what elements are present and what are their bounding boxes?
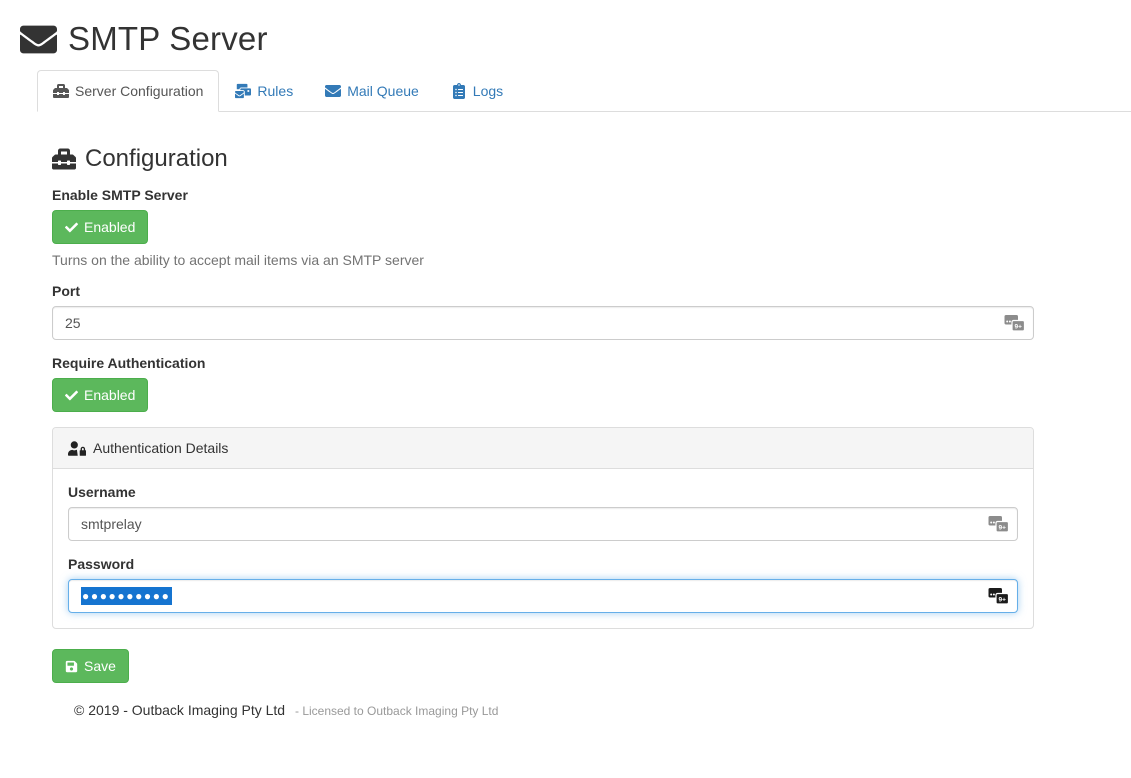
enable-smtp-group: Enable SMTP Server Enabled Turns on the … xyxy=(52,187,1034,268)
username-input[interactable] xyxy=(68,507,1018,541)
password-manager-autofill-icon[interactable] xyxy=(988,588,1009,605)
enable-smtp-toggle-label: Enabled xyxy=(84,217,135,237)
check-icon xyxy=(65,389,78,402)
password-masked-selection: ●●●●●●●●●● xyxy=(81,587,172,605)
mail-bulk-icon xyxy=(235,83,251,99)
tab-label: Logs xyxy=(473,81,503,101)
username-label: Username xyxy=(68,484,1018,500)
save-button-label: Save xyxy=(84,656,116,676)
authentication-details-title: Authentication Details xyxy=(93,438,228,458)
require-auth-label: Require Authentication xyxy=(52,355,1034,371)
authentication-details-header: Authentication Details xyxy=(53,428,1033,469)
clipboard-list-icon xyxy=(451,83,467,99)
password-manager-autofill-icon[interactable] xyxy=(988,516,1009,533)
footer: © 2019 - Outback Imaging Pty Ltd - Licen… xyxy=(74,702,1034,718)
tab-label: Mail Queue xyxy=(347,81,419,101)
enable-smtp-help-text: Turns on the ability to accept mail item… xyxy=(52,252,1034,268)
save-button[interactable]: Save xyxy=(52,649,129,683)
port-input-wrap xyxy=(52,306,1034,340)
tab-logs[interactable]: Logs xyxy=(435,70,519,112)
require-auth-group: Require Authentication Enabled xyxy=(52,355,1034,412)
enable-smtp-toggle-button[interactable]: Enabled xyxy=(52,210,148,244)
configuration-heading: Configuration xyxy=(52,145,1034,173)
tab-label: Rules xyxy=(257,81,293,101)
username-input-wrap xyxy=(68,507,1018,541)
require-auth-toggle-label: Enabled xyxy=(84,385,135,405)
tab-mail-queue[interactable]: Mail Queue xyxy=(309,70,435,112)
port-group: Port xyxy=(52,283,1034,340)
toolbox-icon xyxy=(53,83,69,99)
password-label: Password xyxy=(68,556,1018,572)
page-header: SMTP Server xyxy=(20,20,1131,58)
password-manager-autofill-icon[interactable] xyxy=(1004,315,1025,332)
password-group: Password ●●●●●●●●●● xyxy=(68,556,1018,613)
port-input[interactable] xyxy=(52,306,1034,340)
server-configuration-pane: Configuration Enable SMTP Server Enabled… xyxy=(52,112,1034,718)
authentication-details-body: Username Password ●●●●●●●●●● xyxy=(53,469,1033,628)
smtp-server-page: SMTP Server Server Configuration Rules M… xyxy=(0,0,1131,718)
save-row: Save xyxy=(52,649,1034,683)
tab-label: Server Configuration xyxy=(75,81,203,101)
enable-smtp-label: Enable SMTP Server xyxy=(52,187,1034,203)
page-title: SMTP Server xyxy=(68,20,268,58)
tab-server-configuration[interactable]: Server Configuration xyxy=(37,70,219,112)
toolbox-icon xyxy=(52,147,76,171)
port-label: Port xyxy=(52,283,1034,299)
tab-rules[interactable]: Rules xyxy=(219,70,309,112)
envelope-icon xyxy=(325,83,341,99)
license-text: - Licensed to Outback Imaging Pty Ltd xyxy=(295,704,498,718)
check-icon xyxy=(65,221,78,234)
user-lock-icon xyxy=(68,441,86,456)
password-input-wrap: ●●●●●●●●●● xyxy=(68,579,1018,613)
save-icon xyxy=(65,660,78,673)
authentication-details-panel: Authentication Details Username Password… xyxy=(52,427,1034,629)
tab-bar: Server Configuration Rules Mail Queue Lo… xyxy=(37,70,1131,112)
username-group: Username xyxy=(68,484,1018,541)
configuration-heading-label: Configuration xyxy=(85,145,228,173)
copyright-text: © 2019 - Outback Imaging Pty Ltd xyxy=(74,702,285,718)
require-auth-toggle-button[interactable]: Enabled xyxy=(52,378,148,412)
password-input[interactable]: ●●●●●●●●●● xyxy=(68,579,1018,613)
envelope-icon xyxy=(20,21,57,58)
